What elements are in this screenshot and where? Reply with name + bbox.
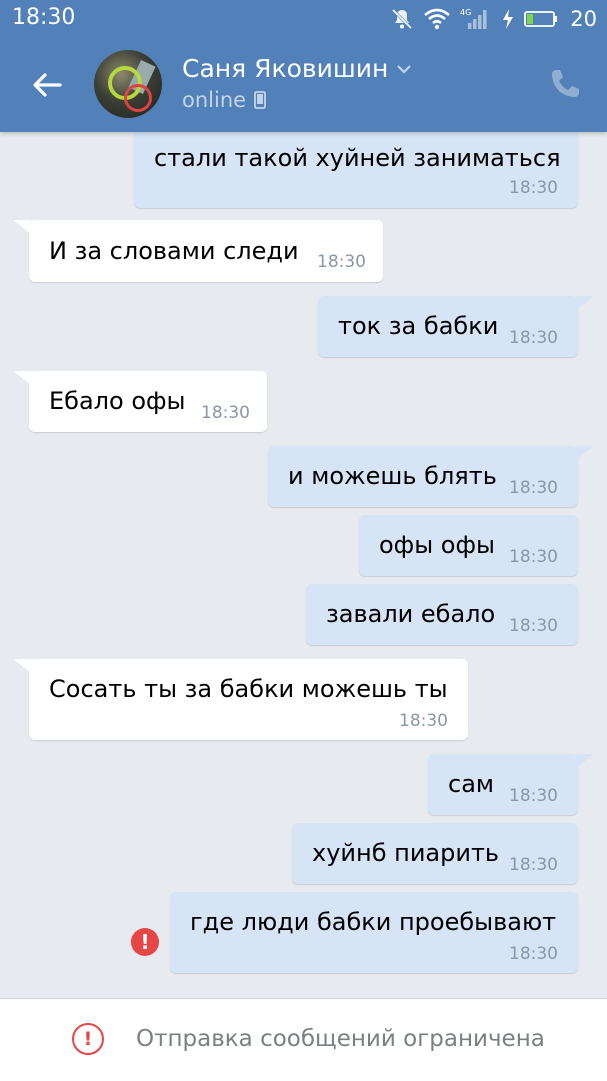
bubble-tail xyxy=(13,220,31,234)
top-bar: 18:30 4G 20 Саня Яковишин online xyxy=(0,0,607,132)
wifi-icon xyxy=(424,8,451,30)
message-text: стали такой хуйней заниматься xyxy=(154,144,561,172)
message-time: 18:30 xyxy=(509,178,558,198)
message-bubble-incoming[interactable]: Сосать ты за бабки можешь ты 18:30 xyxy=(13,659,468,740)
bubble-tail xyxy=(576,754,594,768)
charging-icon xyxy=(503,9,514,29)
message-time: 18:30 xyxy=(509,328,558,348)
mobile-phone-icon xyxy=(254,91,266,109)
message-text: Сосать ты за бабки можешь ты xyxy=(49,675,448,703)
message-text: хуйнб пиарить xyxy=(312,839,500,867)
contact-status: online xyxy=(182,88,247,112)
battery-level: 20 xyxy=(570,7,597,31)
chat-header: Саня Яковишин online xyxy=(0,38,607,132)
message-bubble-outgoing[interactable]: ток за бабки 18:30 xyxy=(318,296,594,357)
message-text: и можешь блять xyxy=(288,462,497,490)
network-type-label: 4G xyxy=(460,8,471,17)
back-button[interactable] xyxy=(22,60,72,110)
message-time: 18:30 xyxy=(201,403,250,423)
warning-circle-icon: ! xyxy=(72,1023,104,1055)
message-bubble-outgoing[interactable]: стали такой хуйней заниматься 18:30 xyxy=(134,132,578,208)
message-text: ток за бабки xyxy=(338,312,499,340)
message-bubble-outgoing[interactable]: завали ебало 18:30 xyxy=(306,584,578,645)
contact-status-row: online xyxy=(182,88,266,112)
status-bar: 18:30 4G 20 xyxy=(0,0,607,38)
message-text: завали ебало xyxy=(326,600,496,628)
contact-name-row[interactable]: Саня Яковишин xyxy=(182,54,412,83)
chevron-down-icon xyxy=(397,64,412,74)
message-time: 18:30 xyxy=(509,478,558,498)
message-bubble-outgoing[interactable]: хуйнб пиарить 18:30 xyxy=(292,823,578,884)
battery-icon xyxy=(524,11,558,27)
message-list[interactable]: стали такой хуйней заниматься 18:30 И за… xyxy=(0,132,607,998)
bubble-tail xyxy=(13,659,31,673)
contact-name: Саня Яковишин xyxy=(182,54,389,83)
message-text: где люди бабки проебывают xyxy=(190,908,557,936)
back-arrow-icon xyxy=(33,73,62,97)
avatar[interactable] xyxy=(94,50,162,118)
mute-icon xyxy=(392,8,413,30)
bubble-tail xyxy=(576,296,594,310)
message-bubble-outgoing[interactable]: сам 18:30 xyxy=(428,754,594,815)
bubble-tail xyxy=(13,371,31,385)
message-time: 18:30 xyxy=(509,944,558,964)
message-text: офы офы xyxy=(379,531,495,559)
message-bubble-outgoing-failed[interactable]: где люди бабки проебывают 18:30 xyxy=(170,892,578,973)
call-button[interactable] xyxy=(547,66,583,102)
call-icon xyxy=(552,70,579,97)
message-time: 18:30 xyxy=(509,547,558,567)
message-time: 18:30 xyxy=(509,616,558,636)
signal-icon: 4G xyxy=(460,8,487,29)
send-error-icon[interactable]: ! xyxy=(131,928,159,956)
message-time: 18:30 xyxy=(509,786,558,806)
messaging-restricted-notice: Отправка сообщений ограничена xyxy=(136,1026,545,1052)
message-text: Ебало офы xyxy=(49,387,186,415)
message-text: сам xyxy=(448,770,495,798)
message-time: 18:30 xyxy=(317,252,366,272)
bottom-bar: ! Отправка сообщений ограничена xyxy=(0,998,607,1081)
message-time: 18:30 xyxy=(399,711,448,731)
status-time: 18:30 xyxy=(12,5,76,30)
message-bubble-outgoing[interactable]: и можешь блять 18:30 xyxy=(268,446,594,507)
bubble-tail xyxy=(576,446,594,460)
message-time: 18:30 xyxy=(509,855,558,875)
message-bubble-incoming[interactable]: Ебало офы 18:30 xyxy=(13,371,267,432)
message-bubble-outgoing[interactable]: офы офы 18:30 xyxy=(359,515,578,576)
message-bubble-incoming[interactable]: И за словами следи 18:30 xyxy=(13,220,383,282)
message-text: И за словами следи xyxy=(49,237,299,265)
status-icons: 4G 20 xyxy=(390,6,597,32)
